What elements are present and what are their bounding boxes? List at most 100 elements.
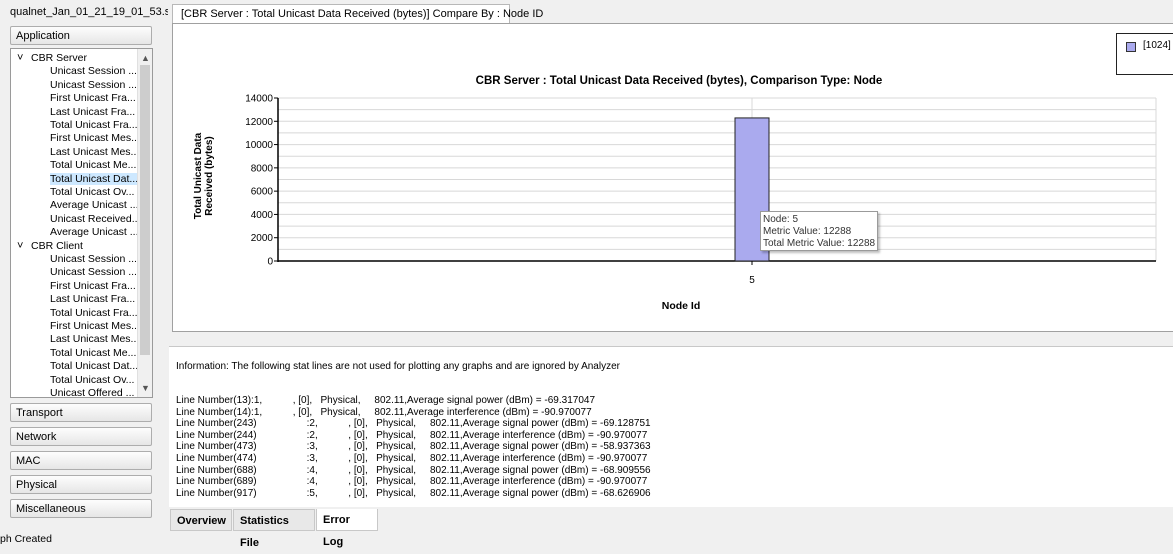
chart-panel: 0 2000 4000 6000 8000 10000 12000 14000 5 CBR Ser… [172,23,1173,332]
y-tick-label: 8000 [251,163,274,174]
tree-label: Total Unicast Ov... [50,186,135,198]
tree-item[interactable]: First Unicast Mes... [50,132,140,145]
stat-line: Line Number(13):1, , [0], Physical, 802.… [176,395,596,406]
tree-item[interactable]: Total Unicast Fra... [50,307,138,320]
tab-overview[interactable]: Overview [170,509,232,531]
tree-item[interactable]: Total Unicast Dat... [50,360,138,373]
tree-label: Total Unicast Fra... [50,306,138,319]
stat-line: Line Number(243) :2, , [0], Physical, 80… [176,418,651,430]
tree-label: Unicast Session ... [50,78,137,91]
bar-tooltip: Node: 5 Metric Value: 12288 Total Metric… [760,211,878,251]
tree-item[interactable]: Unicast Session ... [50,79,137,92]
tree-item[interactable]: Average Unicast ... [50,226,139,239]
info-header: Information: The following stat lines ar… [176,361,620,372]
tree-item[interactable]: First Unicast Fra... [50,280,136,293]
bar-chart: 0 2000 4000 6000 8000 10000 12000 14000 5 CBR Ser… [193,75,1157,312]
tree-item[interactable]: Unicast Received... [50,213,140,226]
stat-line: Line Number(244) :2, , [0], Physical, 80… [176,429,648,441]
status-text: ph Created [0,533,52,545]
tree-group[interactable]: ˅ CBR Client [17,240,83,253]
tree-label: Unicast Received... [50,212,141,225]
category-network[interactable]: Network [10,427,152,446]
stat-line: Line Number(688) :4, , [0], Physical, 80… [176,464,651,476]
category-physical[interactable]: Physical [10,475,152,494]
tree-label: First Unicast Fra... [50,279,136,292]
tree-item[interactable]: Total Unicast Ov... [50,186,134,199]
tree-label: Total Unicast Me... [50,346,137,359]
stat-line: Line Number(14):1, , [0], Physical, 802.… [176,406,592,418]
tree-label: Last Unicast Fra... [50,105,136,118]
y-tick-label: 14000 [245,94,273,105]
chevron-down-icon[interactable]: ˅ [17,240,31,253]
scroll-down-icon[interactable]: ▼ [138,381,152,395]
tab-error-log[interactable]: Error Log [316,509,378,548]
stat-line: Line Number(689) :4, , [0], Physical, 80… [176,476,648,488]
tree-item[interactable]: Total Unicast Me... [50,159,136,172]
x-axis-label: Node Id [662,300,701,312]
tree-item[interactable]: Average Unicast ... [50,199,139,212]
file-tab[interactable]: qualnet_Jan_01_21_19_01_53.s... [0,2,168,22]
scroll-up-icon[interactable]: ▲ [138,51,152,65]
stat-line: Line Number(474) :3, , [0], Physical, 80… [176,453,648,464]
category-mac[interactable]: MAC [10,451,152,470]
chevron-down-icon[interactable]: ˅ [17,52,31,65]
tree-label: Unicast Session ... [50,65,137,78]
y-tick-label: 6000 [251,187,274,198]
y-tick-label: 4000 [251,210,274,221]
stat-line: Line Number(917) :5, , [0], Physical, 80… [176,487,651,499]
category-application[interactable]: Application [10,26,152,45]
tree-group[interactable]: ˅ CBR Server [17,52,87,65]
scroll-thumb[interactable] [140,65,150,355]
legend-label: [1024] [1143,40,1171,51]
tooltip-total-metric-value: Total Metric Value: 12288 [763,237,876,249]
chart-title: CBR Server : Total Unicast Data Received… [476,75,883,87]
tab-statistics-file[interactable]: Statistics File [233,509,315,549]
tree-item[interactable]: Unicast Session ... [50,266,137,279]
tree-label: Total Unicast Me... [50,159,137,172]
tree-label: First Unicast Mes... [50,320,140,332]
tree-label: First Unicast Mes... [50,132,140,145]
tree-label: Total Unicast Fra... [50,119,138,131]
tree-label: Unicast Offered ... [50,387,135,398]
tree-item[interactable]: Total Unicast Me... [50,347,136,360]
tree-item[interactable]: Last Unicast Mes... [50,333,139,346]
stat-line: Line Number(473) :3, , [0], Physical, 80… [176,441,651,453]
y-tick-label: 12000 [245,117,273,128]
tree-label: Last Unicast Mes... [50,145,140,158]
chart-legend: [1024] [1116,33,1173,75]
tree-label: Last Unicast Mes... [50,333,140,346]
tree-item[interactable]: First Unicast Fra... [50,92,136,105]
tree-label: Unicast Session ... [50,266,137,279]
tree-item[interactable]: Last Unicast Fra... [50,293,135,306]
tooltip-metric-value: Metric Value: 12288 [763,225,852,237]
tree-item[interactable]: Total Unicast Ov... [50,374,134,387]
tree-label: Unicast Session ... [50,253,137,265]
tooltip-node: Node: 5 [763,214,799,225]
tree-label: Average Unicast ... [50,199,139,212]
tree-scrollbar[interactable]: ▲ ▼ [137,49,152,397]
metric-tree[interactable]: ˅ CBR Server Unicast Session ... Unicast Se… [10,48,153,398]
y-tick-label: 10000 [245,140,273,151]
y-tick-label: 2000 [251,233,274,244]
tree-item[interactable]: Unicast Offered ... [50,387,135,398]
tree-label: Total Unicast Dat... [50,360,139,373]
tree-item[interactable]: Total Unicast Fra... [50,119,138,132]
tree-item[interactable]: Last Unicast Mes... [50,146,139,159]
tree-label: Last Unicast Fra... [50,293,136,306]
y-axis-label: Received (bytes) [204,136,215,215]
category-miscellaneous[interactable]: Miscellaneous [10,499,152,518]
tree-label: Total Unicast Ov... [50,373,135,386]
tree-label: First Unicast Fra... [50,92,136,105]
tree-label: Average Unicast ... [50,226,139,239]
category-transport[interactable]: Transport [10,403,152,422]
tree-label: CBR Server [31,52,88,64]
tree-label: CBR Client [31,239,83,252]
tree-item[interactable]: First Unicast Mes... [50,320,140,333]
tree-item[interactable]: Unicast Session ... [50,253,137,266]
tree-label: Total Unicast Dat... [50,172,139,185]
x-tick-label: 5 [749,275,755,286]
tree-item[interactable]: Unicast Session ... [50,65,137,78]
chart-tab[interactable]: [CBR Server : Total Unicast Data Receive… [172,4,543,23]
tree-item[interactable]: Last Unicast Fra... [50,106,135,119]
tree-item[interactable]: Total Unicast Dat... [50,172,139,186]
